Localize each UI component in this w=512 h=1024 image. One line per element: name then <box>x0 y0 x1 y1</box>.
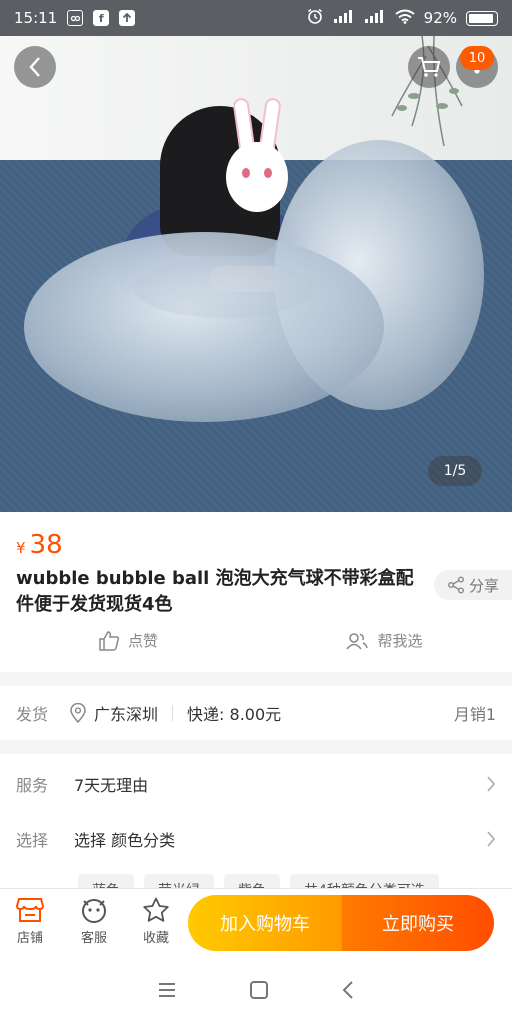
help-choose-label: 帮我选 <box>377 632 423 650</box>
thumbs-up-icon <box>99 630 120 651</box>
service-section: 服务 7天无理由 选择 选择 颜色分类 蓝色 荧光绿 紫色 共4种颜色分类可选 <box>0 754 512 906</box>
service-row[interactable]: 服务 7天无理由 <box>16 772 496 796</box>
image-counter: 1/5 <box>428 456 482 486</box>
buy-now-button[interactable]: 立即购买 <box>342 895 494 951</box>
signal-icon-2 <box>364 9 386 27</box>
star-icon <box>143 897 169 922</box>
select-row[interactable]: 选择 选择 颜色分类 <box>16 827 496 851</box>
shipping-label: 发货 <box>16 705 49 724</box>
add-to-cart-button[interactable]: 加入购物车 <box>188 895 342 951</box>
status-bar: 15:11 f 92% <box>0 0 512 36</box>
cart-icon <box>418 57 441 77</box>
customer-service-label: 客服 <box>80 931 107 946</box>
share-icon <box>447 576 464 594</box>
back-icon[interactable] <box>341 980 355 1000</box>
people-icon <box>346 632 369 649</box>
chevron-left-icon <box>29 57 40 77</box>
service-value: 7天无理由 <box>74 776 149 795</box>
price: ¥ 38 <box>16 530 63 560</box>
service-label: 服务 <box>16 776 49 795</box>
monthly-sales: 月销1 <box>453 705 496 724</box>
select-value: 选择 颜色分类 <box>74 831 176 850</box>
home-icon[interactable] <box>249 980 269 1000</box>
store-button[interactable]: 店铺 <box>2 897 58 946</box>
shipping-row: 发货 广东深圳 快递: 8.00元 月销1 <box>0 686 512 740</box>
shipping-fee: 快递: 8.00元 <box>187 705 282 724</box>
menu-icon[interactable] <box>157 982 177 998</box>
facebook-icon: f <box>93 10 110 26</box>
vote-row: 点赞 帮我选 <box>0 630 512 651</box>
upload-icon <box>119 10 136 26</box>
cart-count-badge: 10 <box>460 46 494 70</box>
cart-button[interactable] <box>408 46 450 88</box>
signal-icon <box>333 9 355 27</box>
product-title: wubble bubble ball 泡泡大充气球不带彩盒配件便于发货现货4色 <box>16 568 414 615</box>
system-nav-bar <box>0 956 512 1024</box>
status-time: 15:11 <box>14 9 58 27</box>
customer-service-icon <box>82 899 106 923</box>
battery-icon <box>466 10 498 26</box>
select-label: 选择 <box>16 831 49 850</box>
back-button[interactable] <box>14 46 56 88</box>
location-pin-icon <box>70 703 86 723</box>
app-notification-icon <box>67 10 84 26</box>
share-button[interactable]: 分享 <box>434 570 512 600</box>
favorite-label: 收藏 <box>142 931 169 946</box>
customer-service-button[interactable]: 客服 <box>66 897 122 946</box>
shipping-location: 广东深圳 <box>94 705 159 724</box>
help-choose-button[interactable]: 帮我选 <box>256 630 512 651</box>
product-image[interactable] <box>0 36 512 512</box>
like-label: 点赞 <box>127 632 158 650</box>
share-label: 分享 <box>468 576 499 595</box>
product-info: ¥ 38 wubble bubble ball 泡泡大充气球不带彩盒配件便于发货… <box>0 512 512 672</box>
wifi-icon <box>395 9 415 28</box>
store-label: 店铺 <box>16 931 43 946</box>
battery-percent: 92% <box>423 9 457 27</box>
price-value: 38 <box>29 530 63 560</box>
divider <box>172 705 174 721</box>
chevron-right-icon <box>487 831 496 847</box>
chevron-right-icon <box>487 776 496 792</box>
store-icon <box>16 898 44 922</box>
bunny-mask-icon <box>226 97 288 238</box>
alarm-icon <box>306 7 324 29</box>
bottom-action-bar: 店铺 客服 收藏 加入购物车 立即购买 <box>0 888 512 956</box>
currency-symbol: ¥ <box>16 539 26 557</box>
favorite-button[interactable]: 收藏 <box>128 897 184 946</box>
like-button[interactable]: 点赞 <box>0 630 256 651</box>
